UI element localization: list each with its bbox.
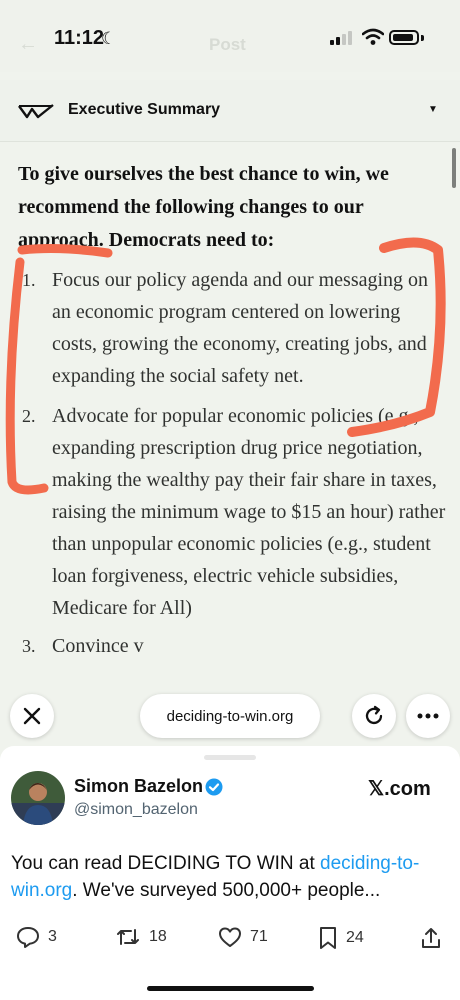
list-item-text: Advocate for popular economic policies (… [52, 405, 446, 619]
cellular-signal-icon [330, 31, 352, 45]
focus-moon-icon: ☾ [101, 29, 117, 48]
site-logo-icon [18, 104, 54, 119]
reload-icon [365, 705, 383, 725]
status-bar: ← 11:12 ☾ Post [0, 0, 460, 72]
wifi-icon [362, 28, 384, 45]
verified-badge-icon [205, 778, 223, 796]
bookmark-button[interactable]: 24 [318, 926, 364, 950]
battery-icon [389, 30, 419, 45]
list-item: 2. Advocate for popular economic policie… [18, 400, 446, 624]
url-text: deciding-to-win.org [166, 707, 294, 725]
tweet-text-start: You can read DECIDING TO WIN at [11, 853, 321, 874]
repost-icon [117, 929, 139, 945]
share-icon [422, 928, 440, 948]
bookmark-icon [320, 927, 336, 949]
document-header[interactable]: Executive Summary ▼ [0, 80, 460, 142]
list-number: 1. [22, 270, 36, 290]
status-time: 11:12 [54, 27, 105, 49]
reply-button[interactable]: 3 [16, 926, 57, 948]
url-pill[interactable]: deciding-to-win.org [140, 694, 320, 738]
sheet-grabber[interactable] [204, 755, 256, 760]
like-count: 71 [250, 928, 268, 945]
list-item-text: Convince v [52, 635, 144, 657]
bookmark-count: 24 [346, 929, 364, 946]
list-item-text: Focus our policy agenda and our messagin… [52, 269, 429, 387]
tweet-text-end: . We've surveyed 500,000+ people... [72, 880, 381, 901]
lead-paragraph: To give ourselves the best chance to win… [18, 163, 389, 251]
repost-count: 18 [149, 928, 167, 945]
list-number: 3. [22, 636, 36, 656]
tweet-card[interactable]: Simon Bazelon @simon_bazelon 𝕏.com You c… [0, 746, 460, 1000]
heart-icon [219, 927, 241, 947]
reload-button[interactable] [352, 694, 396, 738]
source-site-label[interactable]: 𝕏.com [368, 776, 431, 801]
reply-count: 3 [48, 928, 57, 945]
back-arrow-icon: ← [18, 33, 38, 55]
close-icon [23, 707, 41, 725]
section-title: Executive Summary [68, 101, 221, 118]
scrollbar-thumb[interactable] [452, 148, 456, 188]
avatar-photo [11, 771, 65, 825]
battery-tip [421, 35, 424, 41]
avatar[interactable] [11, 771, 65, 825]
dropdown-caret-icon[interactable]: ▼ [428, 104, 438, 115]
close-button[interactable] [10, 694, 54, 738]
tweet-actions: 3 18 71 24 [0, 926, 460, 956]
author-handle[interactable]: @simon_bazelon [74, 801, 198, 819]
more-options-button[interactable] [406, 694, 450, 738]
tweet-text: You can read DECIDING TO WIN at deciding… [11, 850, 451, 904]
list-item: 1. Focus our policy agenda and our messa… [18, 264, 446, 392]
share-button[interactable] [420, 926, 442, 950]
reply-icon [17, 927, 39, 948]
list-item: 3. Convince v [18, 630, 446, 662]
author-name[interactable]: Simon Bazelon [74, 776, 203, 797]
repost-button[interactable]: 18 [115, 926, 167, 948]
more-horizontal-icon [417, 713, 439, 719]
faded-page-title: Post [209, 35, 246, 54]
list-number: 2. [22, 406, 36, 426]
article-body: To give ourselves the best chance to win… [18, 158, 446, 662]
like-button[interactable]: 71 [218, 926, 268, 948]
home-indicator[interactable] [147, 986, 314, 991]
